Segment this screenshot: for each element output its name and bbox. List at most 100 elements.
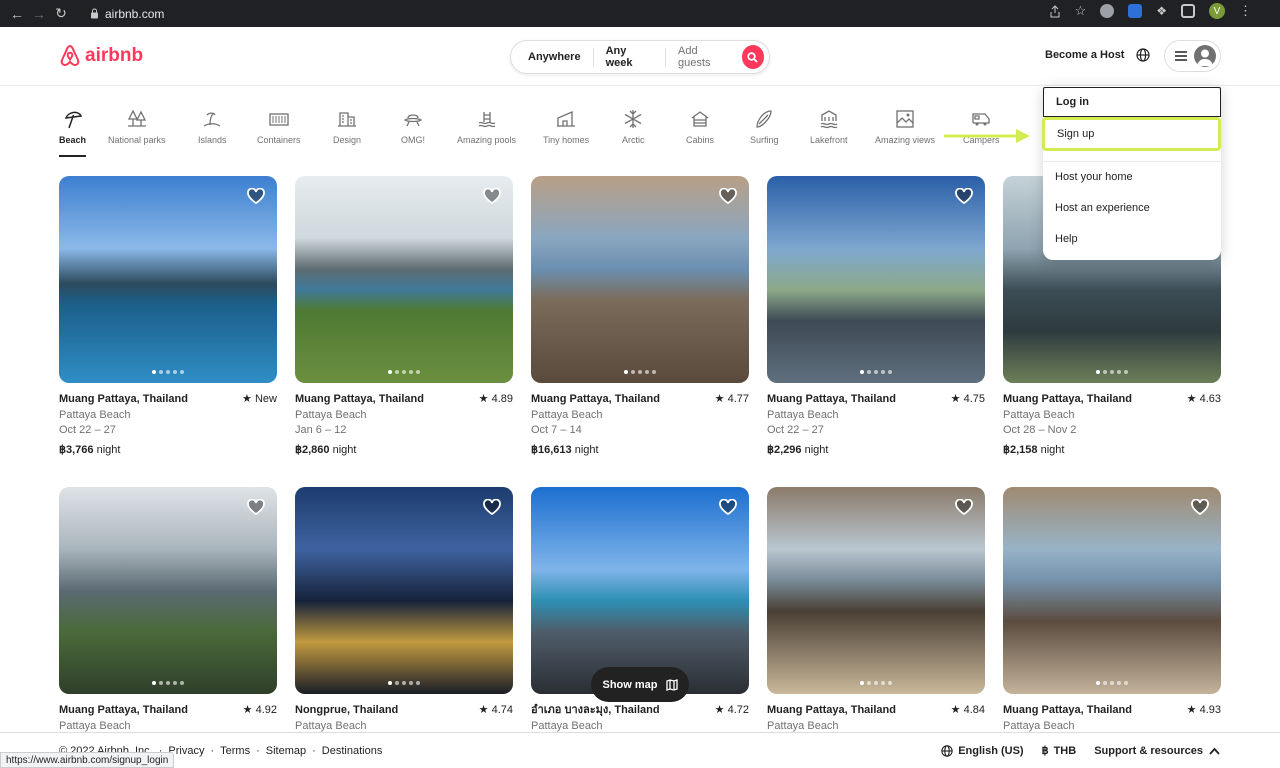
- carousel-dots: [1003, 370, 1221, 374]
- map-icon: [665, 678, 678, 691]
- extensions-puzzle-icon[interactable]: ❖: [1156, 4, 1167, 18]
- user-menu-dropdown: Log in Sign up Host your home Host an ex…: [1042, 86, 1221, 260]
- category-lakefront[interactable]: Lakefront: [810, 108, 848, 145]
- support-resources-button[interactable]: Support & resources: [1094, 745, 1220, 757]
- search-add-guests[interactable]: Add guests: [666, 45, 742, 69]
- language-selector[interactable]: English (US): [941, 745, 1024, 757]
- browser-profile-avatar[interactable]: V: [1209, 3, 1225, 19]
- bookmark-star-icon[interactable]: ☆: [1075, 3, 1087, 19]
- listing-photo[interactable]: [1003, 487, 1221, 694]
- listing-card[interactable]: Muang Pattaya, Thailand ★ New Pattaya Be…: [59, 176, 277, 458]
- heart-icon[interactable]: [1191, 499, 1209, 515]
- listing-rating: ★ 4.63: [1186, 393, 1221, 405]
- share-icon[interactable]: [1049, 4, 1061, 18]
- category-label: Islands: [198, 135, 227, 145]
- listing-photo[interactable]: [531, 487, 749, 694]
- star-icon: ★: [1186, 393, 1197, 405]
- login-menu-item[interactable]: Log in: [1043, 87, 1221, 117]
- island-icon: [202, 108, 222, 130]
- address-bar[interactable]: airbnb.com: [80, 3, 1080, 24]
- listing-card[interactable]: Muang Pattaya, Thailand ★ 4.77 Pattaya B…: [531, 176, 749, 458]
- category-containers[interactable]: Containers: [257, 108, 301, 145]
- search-any-week[interactable]: Any week: [594, 45, 667, 69]
- listing-card[interactable]: Muang Pattaya, Thailand ★ 4.89 Pattaya B…: [295, 176, 513, 458]
- extension-globe-icon[interactable]: [1100, 4, 1115, 18]
- carousel-dots: [59, 370, 277, 374]
- heart-icon[interactable]: [247, 188, 265, 204]
- star-icon: ★: [950, 704, 961, 716]
- listing-photo[interactable]: [295, 176, 513, 383]
- currency-symbol: ฿: [1041, 745, 1049, 757]
- heart-icon[interactable]: [247, 499, 265, 515]
- forward-icon[interactable]: →: [28, 3, 50, 25]
- listing-photo[interactable]: [295, 487, 513, 694]
- back-icon[interactable]: ←: [6, 3, 28, 25]
- sidebar-toggle-icon[interactable]: [1181, 4, 1195, 18]
- listing-photo[interactable]: [59, 487, 277, 694]
- listing-photo[interactable]: [59, 176, 277, 383]
- destinations-link[interactable]: Destinations: [322, 745, 383, 757]
- heart-icon[interactable]: [719, 499, 737, 515]
- category-arctic[interactable]: Arctic: [622, 108, 645, 145]
- container-icon: [269, 108, 289, 130]
- category-label: Surfing: [750, 135, 779, 145]
- listing-price: ฿16,613 night: [531, 443, 599, 456]
- listing-title: อำเภอ บางละมุง, Thailand: [531, 704, 660, 716]
- category-cabins[interactable]: Cabins: [686, 108, 714, 145]
- airbnb-logo-icon: [60, 44, 80, 67]
- heart-icon[interactable]: [719, 188, 737, 204]
- heart-icon[interactable]: [955, 499, 973, 515]
- search-anywhere[interactable]: Anywhere: [511, 48, 594, 66]
- category-label: Tiny homes: [543, 135, 590, 145]
- category-surfing[interactable]: Surfing: [750, 108, 779, 145]
- search-button[interactable]: [741, 45, 764, 69]
- help-menu-item[interactable]: Help: [1043, 223, 1221, 254]
- sitemap-link[interactable]: Sitemap: [266, 745, 306, 757]
- heart-icon[interactable]: [483, 499, 501, 515]
- signup-menu-item[interactable]: Sign up: [1042, 117, 1221, 151]
- category-amazing-pools[interactable]: Amazing pools: [457, 108, 516, 145]
- currency-selector[interactable]: ฿ THB: [1041, 744, 1077, 758]
- extension-6-icon[interactable]: [1128, 4, 1143, 18]
- category-tiny-homes[interactable]: Tiny homes: [543, 108, 589, 145]
- annotation-arrow-icon: [944, 129, 1030, 143]
- terms-link[interactable]: Terms: [220, 745, 250, 757]
- star-icon: ★: [242, 704, 253, 716]
- search-bar[interactable]: Anywhere Any week Add guests: [510, 40, 770, 74]
- listing-card[interactable]: Muang Pattaya, Thailand ★ 4.75 Pattaya B…: [767, 176, 985, 458]
- heart-icon[interactable]: [483, 188, 501, 204]
- browser-menu-icon[interactable]: ⋮: [1239, 3, 1252, 19]
- heart-icon[interactable]: [955, 188, 973, 204]
- category-national-parks[interactable]: National parks: [108, 108, 166, 145]
- airbnb-logo[interactable]: airbnb: [59, 44, 143, 68]
- category-amazing-views[interactable]: Amazing views: [875, 108, 935, 145]
- carousel-dots: [295, 370, 513, 374]
- listing-rating: ★ 4.74: [478, 704, 513, 716]
- host-home-menu-item[interactable]: Host your home: [1043, 161, 1221, 192]
- category-label: Lakefront: [810, 135, 848, 145]
- listing-card[interactable]: Nongprue, Thailand ★ 4.74 Pattaya Beach: [295, 487, 513, 734]
- listing-card[interactable]: Muang Pattaya, Thailand ★ 4.84 Pattaya B…: [767, 487, 985, 734]
- category-design[interactable]: Design: [333, 108, 361, 145]
- globe-icon[interactable]: [1136, 48, 1150, 62]
- listing-photo[interactable]: [531, 176, 749, 383]
- category-omg[interactable]: OMG!: [401, 108, 425, 145]
- reload-icon[interactable]: ↻: [50, 3, 72, 25]
- show-map-button[interactable]: Show map: [591, 667, 689, 702]
- listing-photo[interactable]: [767, 487, 985, 694]
- become-host-link[interactable]: Become a Host: [1045, 49, 1124, 61]
- trees-icon: [127, 108, 147, 130]
- listing-rating: ★ 4.89: [478, 393, 513, 405]
- category-islands[interactable]: Islands: [198, 108, 227, 145]
- host-experience-menu-item[interactable]: Host an experience: [1043, 192, 1221, 223]
- listing-card[interactable]: Muang Pattaya, Thailand ★ 4.93 Pattaya B…: [1003, 487, 1221, 734]
- listing-dates: Oct 22 – 27: [767, 424, 824, 436]
- support-label: Support & resources: [1094, 744, 1203, 757]
- star-icon: ★: [714, 393, 725, 405]
- user-menu-button[interactable]: [1164, 40, 1221, 72]
- listing-card[interactable]: Muang Pattaya, Thailand ★ 4.92 Pattaya B…: [59, 487, 277, 734]
- star-icon: ★: [950, 393, 961, 405]
- listing-photo[interactable]: [767, 176, 985, 383]
- category-beach[interactable]: Beach: [59, 108, 87, 157]
- framed-view-icon: [895, 108, 915, 130]
